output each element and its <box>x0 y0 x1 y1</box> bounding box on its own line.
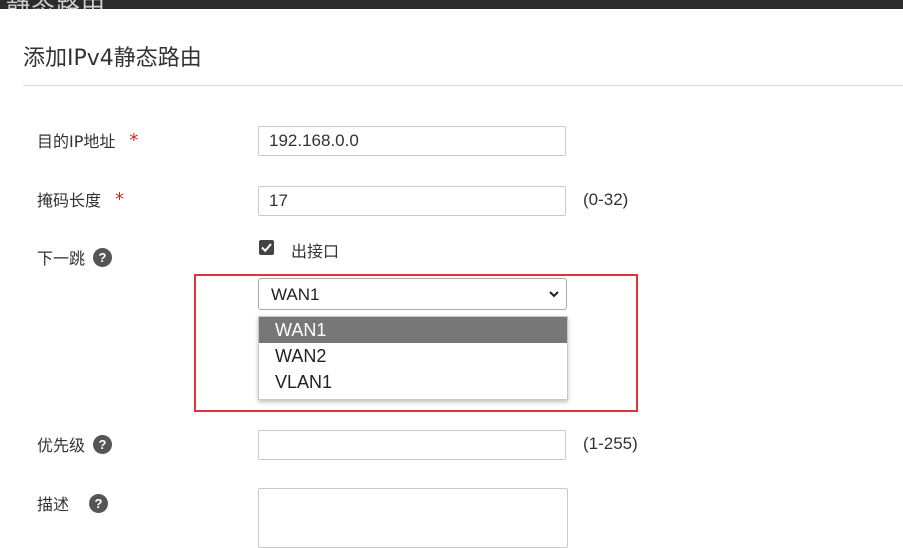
title-divider <box>23 85 903 86</box>
mask-length-label: 掩码长度 <box>37 191 102 210</box>
priority-input[interactable] <box>258 430 566 460</box>
chevron-down-icon <box>549 291 559 298</box>
mask-length-input[interactable] <box>258 186 566 216</box>
description-textarea[interactable] <box>258 488 568 548</box>
next-hop-label-row: 下一跳 ? <box>37 245 113 269</box>
checkmark-icon <box>261 243 272 253</box>
priority-range: (1-255) <box>583 434 638 453</box>
help-icon[interactable]: ? <box>89 493 109 513</box>
next-hop-label: 下一跳 <box>37 249 86 268</box>
interface-select[interactable]: WAN1 <box>258 278 567 310</box>
interface-select-value: WAN1 <box>271 285 320 304</box>
interface-dropdown-list: WAN1 WAN2 VLAN1 <box>258 316 568 400</box>
required-mark: * <box>115 188 125 210</box>
priority-label-row: 优先级 ? <box>37 432 113 456</box>
out-interface-checkbox[interactable] <box>259 240 274 255</box>
dest-ip-input[interactable] <box>258 126 566 156</box>
window-title-bar: 静态路由 <box>0 0 903 9</box>
help-icon[interactable]: ? <box>93 247 113 267</box>
dropdown-option-vlan1[interactable]: VLAN1 <box>259 369 567 395</box>
dest-ip-label: 目的IP地址 <box>37 132 116 151</box>
description-label-row: 描述 ? <box>37 491 109 515</box>
mask-length-range: (0-32) <box>583 190 629 209</box>
description-label: 描述 <box>37 495 70 514</box>
mask-length-label-row: 掩码长度 * <box>37 187 124 211</box>
dropdown-option-wan1[interactable]: WAN1 <box>259 317 567 343</box>
out-interface-label[interactable]: 出接口 <box>291 238 339 262</box>
dropdown-option-wan2[interactable]: WAN2 <box>259 343 567 369</box>
help-icon[interactable]: ? <box>93 434 113 454</box>
window-title: 静态路由 <box>6 0 106 9</box>
dialog-title: 添加IPv4静态路由 <box>23 46 202 71</box>
priority-label: 优先级 <box>37 436 86 455</box>
required-mark: * <box>129 129 139 151</box>
dest-ip-label-row: 目的IP地址 * <box>37 128 138 152</box>
